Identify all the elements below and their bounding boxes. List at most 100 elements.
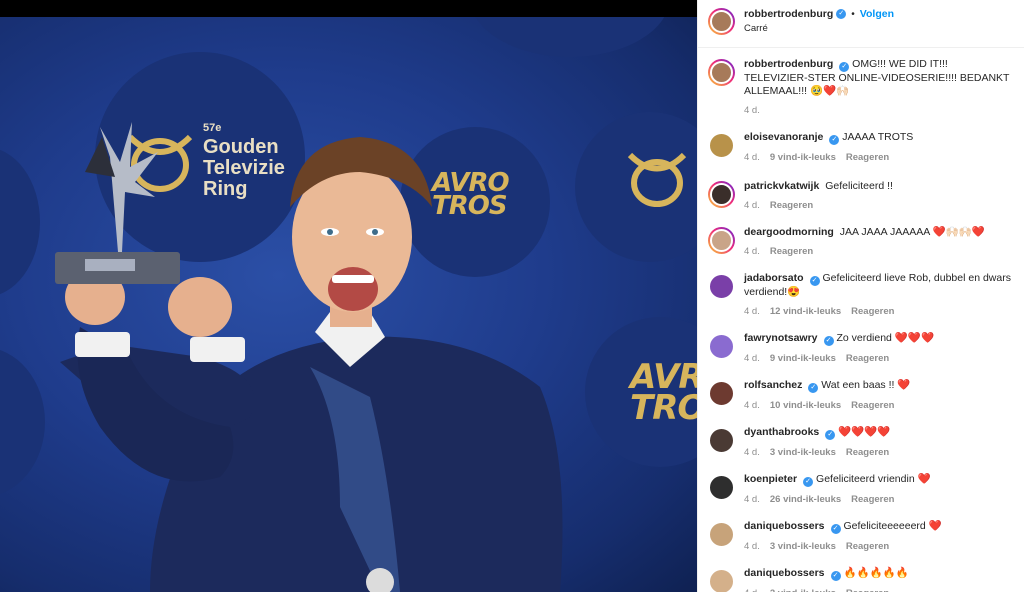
- comment-timestamp[interactable]: 4 d.: [744, 305, 760, 318]
- commenter-avatar-image: [710, 183, 733, 206]
- comment-timestamp[interactable]: 4 d.: [744, 399, 760, 412]
- commenter-username[interactable]: daniquebossers: [744, 520, 825, 532]
- commenter-username[interactable]: deargoodmorning: [744, 226, 834, 238]
- post-photo[interactable]: 57e Gouden Televizie Ring AVRO TROS AVRO…: [0, 17, 697, 592]
- comment-timestamp[interactable]: 4 d.: [744, 540, 760, 553]
- comment-likes[interactable]: 10 vind-ik-leuks: [770, 399, 841, 412]
- comment-item: koenpieter ✓ Gefeliciteerd vriendin ❤️ 4 d…: [708, 473, 1014, 506]
- comment-likes[interactable]: 12 vind-ik-leuks: [770, 305, 841, 318]
- post-image-pane: 57e Gouden Televizie Ring AVRO TROS AVRO…: [0, 0, 697, 592]
- reply-button[interactable]: Reageren: [846, 587, 889, 592]
- avrotros-line-2: TROS: [630, 387, 697, 428]
- commenter-avatar[interactable]: [708, 333, 735, 360]
- comment-meta: 4 d. 3 vind-ik-leuks Reageren: [744, 540, 1014, 553]
- reply-button[interactable]: Reageren: [846, 352, 889, 365]
- comment-likes[interactable]: 2 vind-ik-leuks: [770, 587, 836, 592]
- verified-badge-icon: ✓: [803, 477, 814, 487]
- caption-author-avatar[interactable]: [708, 59, 735, 86]
- reply-button[interactable]: Reageren: [851, 305, 894, 318]
- commenter-avatar-image: [708, 273, 735, 300]
- commenter-username[interactable]: patrickvkatwijk: [744, 180, 819, 192]
- verified-badge-icon: ✓: [823, 336, 834, 346]
- comment-likes[interactable]: 9 vind-ik-leuks: [770, 352, 836, 365]
- comment-body: rolfsanchez ✓ Wat een baas !! ❤️ 4 d. 10 vi…: [744, 379, 1014, 412]
- commenter-avatar[interactable]: [708, 181, 735, 208]
- commenter-username[interactable]: eloisevanoranje: [744, 131, 823, 143]
- comment-likes[interactable]: 26 vind-ik-leuks: [770, 493, 841, 506]
- comment-text: ❤️❤️❤️❤️: [838, 426, 891, 438]
- post-caption: robbertrodenburg ✓ OMG!!! WE DID IT!!! TE…: [708, 58, 1014, 117]
- reply-button[interactable]: Reageren: [770, 245, 813, 258]
- comment-body: koenpieter ✓ Gefeliciteerd vriendin ❤️ 4 d…: [744, 473, 1014, 506]
- reply-button[interactable]: Reageren: [846, 151, 889, 164]
- commenter-username[interactable]: daniquebossers: [744, 567, 825, 579]
- caption-username[interactable]: robbertrodenburg: [744, 58, 833, 70]
- commenter-avatar[interactable]: [708, 568, 735, 592]
- reply-button[interactable]: Reageren: [846, 540, 889, 553]
- author-info: robbertrodenburg ✓ • Volgen Carré: [744, 8, 894, 34]
- commenter-username[interactable]: fawrynotsawry: [744, 332, 818, 344]
- comment-timestamp[interactable]: 4 d.: [744, 151, 760, 164]
- verified-badge-icon: ✓: [825, 430, 836, 440]
- comment-text: JAAAA TROTS: [842, 131, 914, 143]
- comment-timestamp[interactable]: 4 d.: [744, 199, 760, 212]
- comment-meta: 4 d. 3 vind-ik-leuks Reageren: [744, 446, 1014, 459]
- comment-timestamp[interactable]: 4 d.: [744, 352, 760, 365]
- post-location[interactable]: Carré: [744, 23, 894, 34]
- comment-item: rolfsanchez ✓ Wat een baas !! ❤️ 4 d. 10 vi…: [708, 379, 1014, 412]
- comment-body: eloisevanoranje ✓ JAAAA TROTS 4 d. 9 vind-i…: [744, 131, 1014, 164]
- comment-body: jadaborsato ✓ Gefeliciteerd lieve Rob, du…: [744, 272, 1014, 318]
- reply-button[interactable]: Reageren: [851, 399, 894, 412]
- post-details-panel: robbertrodenburg ✓ • Volgen Carré robber…: [697, 0, 1024, 592]
- caption-body: robbertrodenburg ✓ OMG!!! WE DID IT!!! TE…: [744, 58, 1014, 117]
- comment-item: daniquebossers ✓ Gefeliciteeeeeerd ❤️ 4 d.…: [708, 520, 1014, 553]
- commenter-username[interactable]: dyanthabrooks: [744, 426, 819, 438]
- commenter-avatar[interactable]: [708, 227, 735, 254]
- verified-badge-icon: ✓: [839, 62, 850, 72]
- commenter-avatar-image: [708, 521, 735, 548]
- reply-button[interactable]: Reageren: [770, 199, 813, 212]
- comment-item: patrickvkatwijk Gefeliciteerd !! 4 d. Reag…: [708, 180, 1014, 212]
- comment-meta: 4 d. 26 vind-ik-leuks Reageren: [744, 493, 1014, 506]
- comment-item: daniquebossers ✓ 🔥🔥🔥🔥🔥 4 d. 2 vind-ik-leuks…: [708, 567, 1014, 592]
- comment-text: 🔥🔥🔥🔥🔥: [843, 567, 909, 579]
- reply-button[interactable]: Reageren: [851, 493, 894, 506]
- commenter-avatar[interactable]: [708, 380, 735, 407]
- follow-button[interactable]: Volgen: [860, 8, 894, 20]
- commenter-avatar-image: [710, 229, 733, 252]
- reply-button[interactable]: Reageren: [846, 446, 889, 459]
- person-with-trophy: [55, 122, 563, 592]
- caption-timestamp[interactable]: 4 d.: [744, 104, 760, 117]
- comment-body: daniquebossers ✓ Gefeliciteeeeeerd ❤️ 4 d.…: [744, 520, 1014, 553]
- comment-meta: 4 d. Reageren: [744, 199, 1014, 212]
- comment-timestamp[interactable]: 4 d.: [744, 245, 760, 258]
- author-username[interactable]: robbertrodenburg: [744, 8, 833, 20]
- comment-likes[interactable]: 3 vind-ik-leuks: [770, 446, 836, 459]
- comment-body: deargoodmorning JAA JAAA JAAAAA ❤️🙌🏻🙌🏻❤️…: [744, 226, 1014, 258]
- comment-timestamp[interactable]: 4 d.: [744, 587, 760, 592]
- comment-timestamp[interactable]: 4 d.: [744, 493, 760, 506]
- commenter-avatar[interactable]: [708, 474, 735, 501]
- comment-likes[interactable]: 3 vind-ik-leuks: [770, 540, 836, 553]
- commenter-username[interactable]: koenpieter: [744, 473, 797, 485]
- comment-meta: 4 d. 10 vind-ik-leuks Reageren: [744, 399, 1014, 412]
- author-avatar[interactable]: [708, 8, 735, 35]
- comment-likes[interactable]: 9 vind-ik-leuks: [770, 151, 836, 164]
- backdrop-logo-circle: [0, 347, 45, 497]
- commenter-avatar[interactable]: [708, 427, 735, 454]
- commenter-avatar[interactable]: [708, 273, 735, 300]
- comment-body: dyanthabrooks ✓ ❤️❤️❤️❤️ 4 d. 3 vind-ik-leu…: [744, 426, 1014, 459]
- commenter-username[interactable]: rolfsanchez: [744, 379, 802, 391]
- comment-item: dyanthabrooks ✓ ❤️❤️❤️❤️ 4 d. 3 vind-ik-leu…: [708, 426, 1014, 459]
- commenter-avatar[interactable]: [708, 132, 735, 159]
- comment-timestamp[interactable]: 4 d.: [744, 446, 760, 459]
- verified-badge-icon: ✓: [808, 383, 819, 393]
- comment-text: Gefeliciteeeeeerd ❤️: [843, 520, 942, 532]
- commenter-username[interactable]: jadaborsato: [744, 272, 804, 284]
- caption-meta: 4 d.: [744, 104, 1014, 117]
- commenter-avatar[interactable]: [708, 521, 735, 548]
- comment-item: fawrynotsawry ✓ Zo verdiend ❤️❤️❤️ 4 d. 9 v…: [708, 332, 1014, 365]
- verified-badge-icon: ✓: [809, 276, 820, 286]
- comment-body: fawrynotsawry ✓ Zo verdiend ❤️❤️❤️ 4 d. 9 v…: [744, 332, 1014, 365]
- post-header: robbertrodenburg ✓ • Volgen Carré: [698, 0, 1024, 48]
